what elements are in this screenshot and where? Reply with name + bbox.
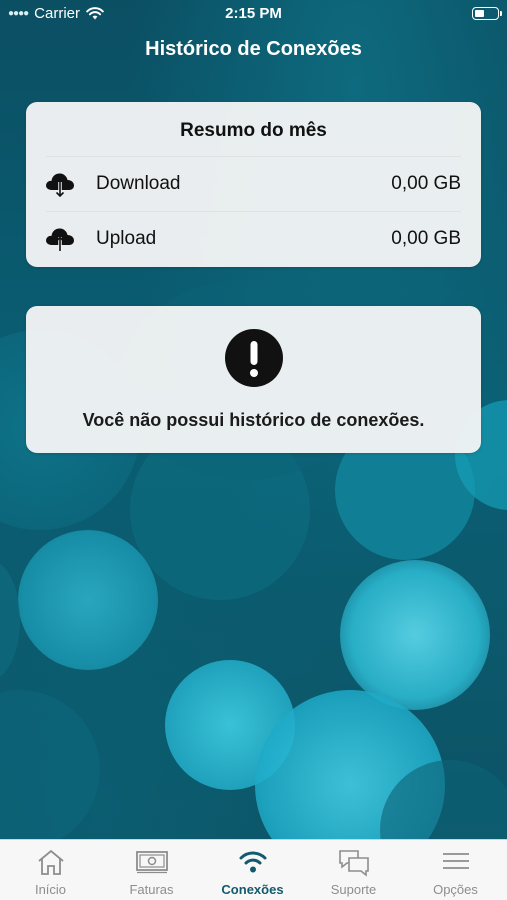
battery-icon (472, 7, 502, 20)
exclamation-circle-icon (225, 329, 283, 387)
tab-label: Suporte (330, 882, 377, 897)
empty-message: Você não possui histórico de conexões. (82, 410, 425, 430)
tab-suporte[interactable]: Suporte (303, 840, 404, 900)
home-icon (37, 849, 64, 875)
status-bar: ●●●● Carrier 2:15 PM (0, 0, 507, 28)
download-label: Download (96, 173, 181, 194)
tab-label: Conexões (221, 882, 284, 897)
clock: 2:15 PM (225, 5, 282, 22)
summary-title: Resumo do mês (180, 120, 327, 141)
empty-history-card: Você não possui histórico de conexões. (26, 306, 481, 453)
cloud-download-icon (46, 173, 74, 198)
tab-opcoes[interactable]: Opções (404, 840, 507, 900)
chat-bubbles-icon (338, 850, 369, 877)
monthly-summary-card: Resumo do mês Download 0,00 GB Upload 0,… (26, 102, 481, 267)
tab-faturas[interactable]: Faturas (101, 840, 202, 900)
tab-bar: Início Faturas Conexões Suporte Opções (0, 839, 507, 900)
summary-row-download: Download 0,00 GB (26, 157, 481, 211)
download-value: 0,00 GB (391, 173, 461, 194)
cloud-upload-icon (46, 228, 74, 251)
tab-conexoes[interactable]: Conexões (202, 840, 303, 900)
tab-label: Início (34, 882, 67, 897)
upload-label: Upload (96, 228, 157, 249)
menu-icon (442, 853, 469, 869)
bill-icon (135, 851, 168, 874)
summary-row-upload: Upload 0,00 GB (26, 212, 481, 266)
tab-inicio[interactable]: Início (0, 840, 101, 900)
tab-label: Faturas (129, 882, 174, 897)
tab-label: Opções (433, 882, 478, 897)
page-title: Histórico de Conexões (145, 38, 362, 60)
upload-value: 0,00 GB (391, 228, 461, 249)
wifi-icon (239, 851, 266, 873)
